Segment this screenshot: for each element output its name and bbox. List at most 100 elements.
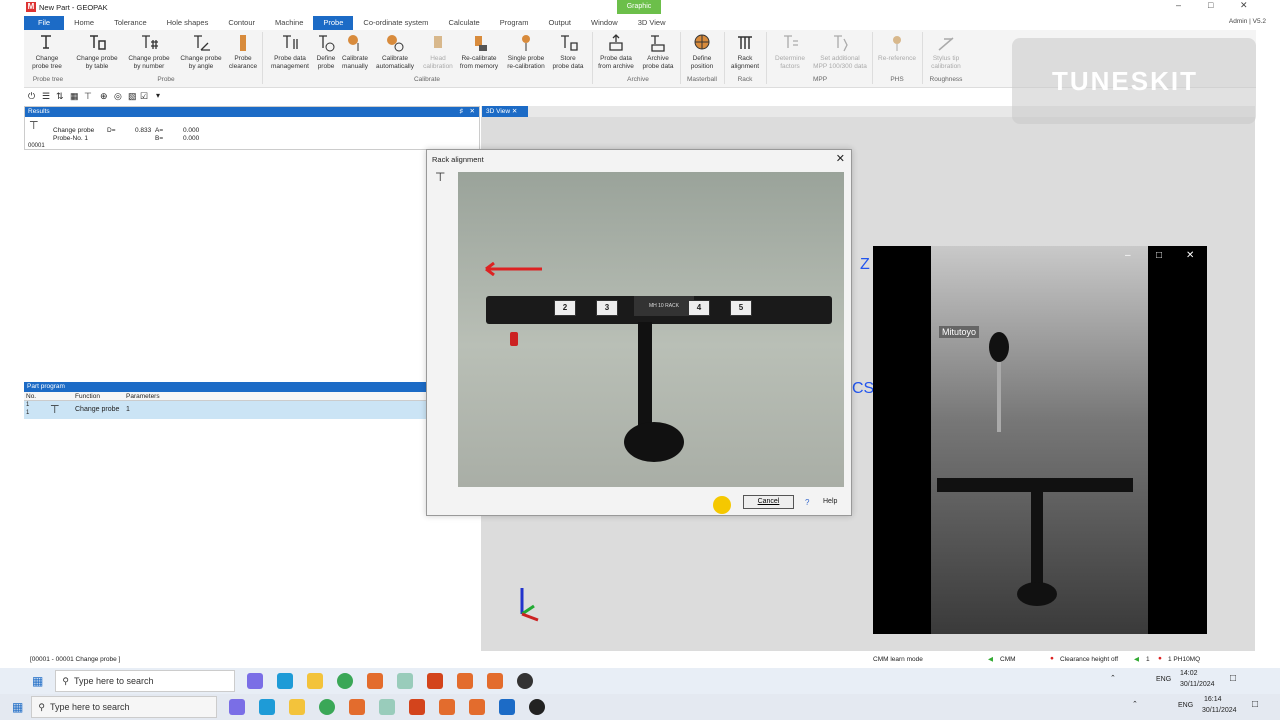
status-probe: 1 PH10MQ: [1168, 656, 1201, 663]
menu-3d-view[interactable]: 3D View: [628, 16, 676, 30]
dropdown-icon[interactable]: ▾: [156, 91, 160, 100]
rack-alignment-button[interactable]: Rack alignment: [726, 33, 764, 71]
tray-chevron-icon[interactable]: ⌃: [1132, 700, 1138, 708]
minimize-icon[interactable]: –: [1125, 250, 1131, 261]
from-archive-icon: [609, 34, 623, 51]
menu-output[interactable]: Output: [538, 16, 581, 30]
menu-window[interactable]: Window: [581, 16, 628, 30]
tab-3d-view[interactable]: 3D View ✕: [482, 106, 528, 117]
app-icon[interactable]: [397, 673, 414, 689]
menu-coordinate-system[interactable]: Co-ordinate system: [353, 16, 438, 30]
head-calibration-button[interactable]: Head calibration: [418, 33, 458, 71]
cancel-button[interactable]: Cancel: [743, 495, 794, 509]
menu-tolerance[interactable]: Tolerance: [104, 16, 157, 30]
notification-icon[interactable]: □: [1230, 673, 1236, 684]
geopak-icon[interactable]: [439, 699, 456, 715]
store-probe-data-button[interactable]: Store probe data: [548, 33, 588, 71]
menu-program[interactable]: Program: [490, 16, 539, 30]
results-row[interactable]: ⊤ 00001 Change probe Probe-No. 1 D= 0.83…: [25, 117, 479, 151]
menu-contour[interactable]: Contour: [218, 16, 265, 30]
calibrate-manually-button[interactable]: Calibrate manually: [338, 33, 372, 71]
tray-chevron-icon[interactable]: ⌃: [1110, 674, 1116, 682]
geopak-icon[interactable]: [469, 699, 486, 715]
copilot-icon[interactable]: [229, 699, 246, 715]
menu-probe[interactable]: Probe: [313, 16, 354, 30]
determine-factors-button[interactable]: Determine factors: [768, 33, 812, 71]
change-probe-by-angle-button[interactable]: Change probe by angle: [176, 33, 226, 71]
grid-icon[interactable]: ▦: [70, 91, 79, 102]
geopak-icon[interactable]: [349, 699, 366, 715]
geopak-icon[interactable]: [367, 673, 384, 689]
close-icon[interactable]: ✕: [470, 107, 475, 117]
windows-start-icon[interactable]: ▦: [12, 700, 23, 714]
part-program-panel: Part program No. Function Parameters 1 1…: [24, 382, 426, 426]
mcosmos-icon[interactable]: [427, 673, 444, 689]
context-tab-graphic[interactable]: Graphic: [617, 0, 661, 14]
probe-data-management-button[interactable]: Probe data management: [266, 33, 314, 71]
sort-icon[interactable]: ⇅: [56, 91, 64, 102]
menu-home[interactable]: Home: [64, 16, 104, 30]
video-overlay: Mitutoyo – □ ✕: [873, 246, 1207, 634]
maximize-icon[interactable]: □: [1156, 250, 1162, 261]
help-button[interactable]: Help: [823, 495, 867, 509]
maximize-icon[interactable]: □: [1208, 0, 1213, 10]
pin-icon[interactable]: ♯: [460, 107, 463, 117]
minimize-icon[interactable]: –: [1176, 0, 1181, 10]
menu-file[interactable]: File: [24, 16, 65, 30]
recalibrate-from-memory-button[interactable]: Re-calibrate from memory: [456, 33, 502, 71]
change-probe-by-table-button[interactable]: Change probe by table: [72, 33, 122, 71]
stylus-tip-calibration-button[interactable]: Stylus tip calibration: [924, 33, 968, 71]
copilot-icon[interactable]: [247, 673, 264, 689]
change-probe-tree-button[interactable]: Change probe tree: [28, 33, 66, 71]
probe-data-icon: [283, 35, 298, 49]
checkbox-icon[interactable]: ☑: [140, 91, 148, 102]
chrome-icon[interactable]: [337, 673, 354, 689]
app-icon[interactable]: [379, 699, 396, 715]
geopak-icon[interactable]: [457, 673, 474, 689]
define-position-button[interactable]: Define position: [682, 33, 722, 71]
menu-hole-shapes[interactable]: Hole shapes: [157, 16, 219, 30]
menu-calculate[interactable]: Calculate: [438, 16, 489, 30]
camera-icon[interactable]: [517, 673, 534, 689]
recorder-icon[interactable]: [499, 699, 516, 715]
help-icon: ?: [805, 498, 810, 507]
probe-small-icon[interactable]: ⊤: [84, 91, 92, 102]
taskbar-search[interactable]: ⚲ Type here to search: [55, 670, 236, 692]
mcosmos-icon[interactable]: [409, 699, 426, 715]
windows-start-icon[interactable]: ▦: [32, 674, 43, 688]
edge-icon[interactable]: [277, 673, 294, 689]
chrome-icon[interactable]: [319, 699, 336, 715]
folder-icon[interactable]: [289, 699, 306, 715]
probe-data-from-archive-button[interactable]: Probe data from archive: [594, 33, 638, 71]
define-probe-button[interactable]: Define probe: [312, 33, 340, 71]
geopak-icon[interactable]: [487, 673, 504, 689]
close-icon[interactable]: ✕: [512, 108, 517, 115]
status-mode: CMM learn mode: [873, 656, 923, 663]
power-icon[interactable]: ⏻: [28, 91, 35, 102]
re-reference-button[interactable]: Re-reference: [874, 33, 920, 63]
close-icon[interactable]: ✕: [1240, 0, 1248, 11]
menu-machine[interactable]: Machine: [265, 16, 313, 30]
list-icon[interactable]: ☰: [42, 91, 50, 102]
close-icon[interactable]: ✕: [1186, 250, 1194, 261]
folder-icon[interactable]: [307, 673, 324, 689]
edge-icon[interactable]: [259, 699, 276, 715]
taskbar: ▦ ⚲ Type here to search ⌃ ENG 14:02 30/1…: [0, 668, 1280, 694]
change-probe-by-number-button[interactable]: Change probe by number: [124, 33, 174, 71]
calibrate-automatically-button[interactable]: Calibrate automatically: [372, 33, 418, 71]
stylus-icon: [938, 37, 954, 51]
probe-clearance-button[interactable]: Probe clearance: [226, 33, 260, 71]
axis-cs-label: CS: [852, 380, 875, 397]
taskbar-search[interactable]: ⚲ Type here to search: [31, 696, 218, 718]
single-probe-recalibration-button[interactable]: Single probe re-calibration: [502, 33, 550, 71]
table-icon[interactable]: ▧: [128, 91, 137, 102]
part-program-row[interactable]: 1 1 ⊤ Change probe 1: [24, 401, 426, 419]
archive-probe-data-button[interactable]: Archive probe data: [638, 33, 678, 71]
dialog-close-icon[interactable]: ✕: [836, 152, 845, 165]
player-icon[interactable]: [529, 699, 546, 715]
notification-icon[interactable]: □: [1252, 699, 1258, 710]
target-icon[interactable]: ◎: [114, 91, 122, 102]
set-additional-mpp-button[interactable]: Set additional MPP 100/300 data: [810, 33, 870, 71]
mpp-icon: [834, 35, 848, 52]
crosshair-icon[interactable]: ⊕: [100, 91, 108, 102]
